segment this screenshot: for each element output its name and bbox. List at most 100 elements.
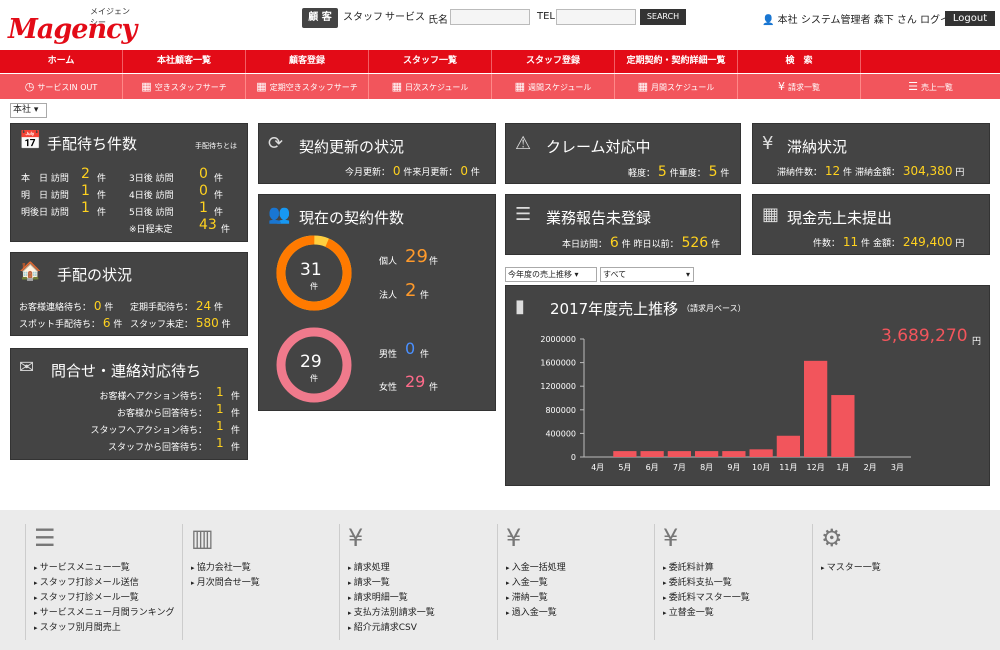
footer-link[interactable]: 立替金一覧 bbox=[663, 606, 809, 621]
footer-link[interactable]: マスター一覧 bbox=[821, 561, 967, 576]
overdue-amount-value: 304,380 bbox=[902, 164, 953, 178]
status-label: スタッフ未定： bbox=[130, 320, 194, 330]
calendar-icon: ▦ bbox=[256, 80, 267, 93]
y-tick-label: 2000000 bbox=[540, 335, 576, 344]
row-label: 明後日 訪問 bbox=[21, 208, 69, 218]
logo[interactable]: メイジェンシー Magency bbox=[8, 6, 137, 45]
overdue-amount-unit: 円 bbox=[955, 168, 965, 178]
footer-link[interactable]: 請求処理 bbox=[348, 561, 494, 576]
footer-link[interactable]: 協力会社一覧 bbox=[191, 561, 337, 576]
sales-period-select[interactable]: 今年度の売上推移 ▾ bbox=[505, 267, 597, 282]
subnav-label: 月間スケジュール bbox=[650, 83, 715, 92]
report-before-unit: 件 bbox=[711, 240, 721, 250]
female-unit: 件 bbox=[429, 383, 439, 393]
footer-link[interactable]: 月次問合せ一覧 bbox=[191, 576, 337, 591]
branch-select[interactable]: 本社 ▾ bbox=[10, 103, 47, 118]
nav-home[interactable]: ホーム bbox=[0, 50, 123, 73]
row-unit: 件 bbox=[221, 225, 231, 235]
search-button[interactable]: SEARCH bbox=[640, 9, 686, 25]
tel-input[interactable] bbox=[556, 9, 636, 25]
row-value: 1 bbox=[81, 200, 90, 216]
footer-link[interactable]: 滞納一覧 bbox=[506, 591, 652, 606]
panel-contracts: 👥 現在の契約件数 31 件 個人 29 件 法人 2 件 29 件 男性 0 … bbox=[258, 194, 496, 411]
row-label: 本 日 訪問 bbox=[21, 174, 69, 184]
nav-search[interactable]: 検 索 bbox=[738, 50, 861, 73]
subnav-free-staff-search[interactable]: ▦ 空きスタッフサーチ bbox=[123, 74, 246, 99]
donut2-unit: 件 bbox=[310, 374, 318, 383]
footer-link[interactable]: 委託料計算 bbox=[663, 561, 809, 576]
subnav-sales-list[interactable]: ☰ 売上一覧 bbox=[861, 74, 1000, 99]
footer-col-commission: ¥ 委託料計算 委託料支払一覧 委託料マスター一覧 立替金一覧 bbox=[654, 524, 809, 640]
x-tick-label: 5月 bbox=[618, 463, 631, 472]
subnav-label: 売上一覧 bbox=[920, 83, 953, 92]
bar bbox=[776, 435, 800, 457]
segment-staff[interactable]: スタッフ bbox=[343, 8, 383, 28]
footer-link[interactable]: 委託料支払一覧 bbox=[663, 576, 809, 591]
main-nav: ホーム 本社顧客一覧 顧客登録 スタッフ一覧 スタッフ登録 定期契約・契約詳細一… bbox=[0, 50, 1000, 73]
segment-customer[interactable]: 顧 客 bbox=[302, 8, 338, 28]
segment-service[interactable]: サービス bbox=[385, 8, 425, 28]
footer-link[interactable]: 請求一覧 bbox=[348, 576, 494, 591]
footer-link[interactable]: サービスメニュー月間ランキング bbox=[34, 606, 180, 621]
inquiry-unit: 件 bbox=[231, 426, 241, 436]
cash-amount-value: 249,400 bbox=[902, 235, 953, 249]
footer-col-master: ⚙ マスター一覧 bbox=[812, 524, 967, 640]
panel-cash: ▦ 現金売上未提出 件数： 11 件 金額： 249,400 円 bbox=[752, 194, 990, 255]
report-today-unit: 件 bbox=[621, 240, 631, 250]
footer-link[interactable]: 支払方法別請求一覧 bbox=[348, 606, 494, 621]
list-icon: ☰ bbox=[34, 524, 56, 552]
logout-button[interactable]: Logout bbox=[945, 11, 995, 26]
name-input[interactable] bbox=[450, 9, 530, 25]
calendar-person-icon: 📅 bbox=[19, 130, 42, 151]
nav-staff-register[interactable]: スタッフ登録 bbox=[492, 50, 615, 73]
footer-link[interactable]: スタッフ打診メール送信 bbox=[34, 576, 180, 591]
footer-link[interactable]: 委託料マスター一覧 bbox=[663, 591, 809, 606]
help-link[interactable]: 手配待ちとは bbox=[195, 141, 237, 151]
footer-link[interactable]: 入金一括処理 bbox=[506, 561, 652, 576]
footer-link[interactable]: 過入金一覧 bbox=[506, 606, 652, 621]
status-line: スタッフ未定： 580 件 bbox=[130, 316, 231, 330]
panel-tehai-waiting: 📅 手配待ち件数 手配待ちとは 本 日 訪問 2 件 明 日 訪問 1 件 明後… bbox=[10, 123, 248, 242]
warning-icon: ⚠ bbox=[515, 133, 532, 154]
x-tick-label: 8月 bbox=[700, 463, 713, 472]
footer-link[interactable]: 入金一覧 bbox=[506, 576, 652, 591]
status-label: 定期手配待ち： bbox=[130, 303, 194, 313]
nav-contract-list[interactable]: 定期契約・契約詳細一覧 bbox=[615, 50, 738, 73]
x-tick-label: 7月 bbox=[673, 463, 686, 472]
renewal-this-value: 0 bbox=[392, 164, 401, 178]
footer-link[interactable]: 紹介元請求CSV bbox=[348, 621, 494, 636]
individual-value: 29 bbox=[405, 246, 428, 267]
calendar-icon: ▦ bbox=[141, 80, 152, 93]
panel-title: 滞納状況 bbox=[787, 138, 848, 156]
footer-col-payment: ¥ 入金一括処理 入金一覧 滞納一覧 過入金一覧 bbox=[497, 524, 652, 640]
overdue-amount-label: 滞納金額： bbox=[854, 168, 900, 178]
status-value: 6 bbox=[102, 316, 111, 330]
footer-link[interactable]: サービスメニュー一覧 bbox=[34, 561, 180, 576]
inquiry-value: 1 bbox=[216, 419, 224, 433]
nav-staff-list[interactable]: スタッフ一覧 bbox=[369, 50, 492, 73]
subnav-weekly-schedule[interactable]: ▦ 週間スケジュール bbox=[492, 74, 615, 99]
inquiry-label: スタッフから回答待ち： bbox=[107, 443, 207, 453]
subnav-invoice-list[interactable]: ¥ 請求一覧 bbox=[738, 74, 861, 99]
cash-count-value: 11 bbox=[842, 235, 859, 249]
logo-text: Magency bbox=[8, 14, 137, 45]
subnav-monthly-schedule[interactable]: ▦ 月間スケジュール bbox=[615, 74, 738, 99]
subnav-regular-staff-search[interactable]: ▦ 定期空きスタッフサーチ bbox=[246, 74, 369, 99]
footer-link[interactable]: スタッフ打診メール一覧 bbox=[34, 591, 180, 606]
subnav-service-inout[interactable]: ◷ サービスIN OUT bbox=[0, 74, 123, 99]
row-value: 0 bbox=[199, 166, 208, 182]
overdue-count-value: 12 bbox=[824, 164, 841, 178]
panel-title: 業務報告未登録 bbox=[546, 209, 652, 227]
subnav-daily-schedule[interactable]: ▦ 日次スケジュール bbox=[369, 74, 492, 99]
footer-link[interactable]: 請求明細一覧 bbox=[348, 591, 494, 606]
row-value: 0 bbox=[199, 183, 208, 199]
sales-filter-select[interactable]: すべて ▾ bbox=[600, 267, 694, 282]
list-icon: ☰ bbox=[908, 80, 918, 93]
donut1-value: 31 bbox=[300, 260, 322, 280]
nav-customer-register[interactable]: 顧客登録 bbox=[246, 50, 369, 73]
bar bbox=[831, 395, 855, 457]
gear-icon: ⚙ bbox=[821, 524, 843, 552]
nav-customer-list[interactable]: 本社顧客一覧 bbox=[123, 50, 246, 73]
tel-label: TEL bbox=[537, 11, 555, 22]
footer-link[interactable]: スタッフ別月間売上 bbox=[34, 621, 180, 636]
